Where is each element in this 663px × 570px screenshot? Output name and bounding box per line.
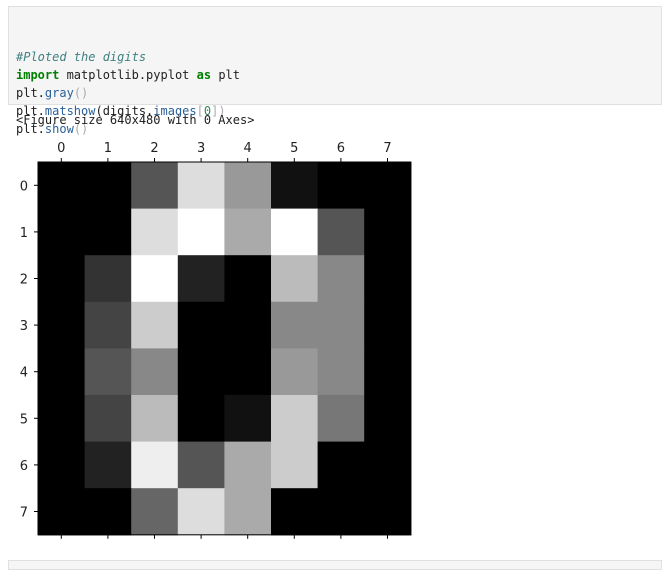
pixel-cell [317,162,365,210]
pixel-cell [364,395,412,443]
pixel-cell [84,441,132,489]
code-token: import [16,68,60,82]
pixel-cell [317,395,365,443]
pixel-cell [177,301,225,349]
y-tick-label: 4 [20,366,28,381]
code-token: () [73,86,89,100]
pixel-cell [38,301,86,349]
code-line: import matplotlib.pyplot as plt [16,66,654,84]
pixel-cell [131,395,179,443]
pixel-cell [38,395,86,443]
x-tick-label: 2 [150,141,158,156]
pixel-cell [38,255,86,303]
pixel-cell [177,395,225,443]
pixel-cell [271,441,319,489]
code-token: #Ploted the digits [16,50,147,64]
pixel-cell [84,395,132,443]
code-token: gray [44,86,74,100]
pixel-cell [224,488,272,536]
pixel-cell [38,441,86,489]
pixel-cell [317,441,365,489]
pixel-cell [84,488,132,536]
digit-image-chart: 0 1 2 3 4 5 6 7 0 1 2 3 4 5 6 7 [20,141,412,539]
pixel-cell [131,162,179,210]
pixel-cell [131,348,179,396]
code-token: plt [211,68,240,82]
pixel-cell [224,441,272,489]
pixel-cell [177,162,225,210]
pixel-cell [364,301,412,349]
pixel-cell [364,488,412,536]
code-token: as [196,68,212,82]
next-code-cell[interactable] [8,560,662,570]
pixel-cell [271,162,319,210]
pixel-cell [317,488,365,536]
pixel-cell [317,348,365,396]
x-tick-label: 6 [337,141,345,156]
pixel-cell [364,441,412,489]
pixel-cell [38,348,86,396]
code-cell[interactable]: #Ploted the digits import matplotlib.pypl… [8,6,662,136]
pixel-cell [224,301,272,349]
matshow-figure: 0 1 2 3 4 5 6 7 0 1 2 3 4 5 6 7 [0,130,420,545]
code-line: #Ploted the digits [16,48,654,66]
pixel-cell [271,301,319,349]
pixel-cell [84,348,132,396]
y-tick-label: 2 [20,273,28,288]
pixel-cell [84,301,132,349]
pixel-cell [364,208,412,256]
pixel-cell [38,488,86,536]
pixel-cell [131,441,179,489]
pixel-cell [224,348,272,396]
code-line: plt.gray() [16,84,654,102]
x-tick-label: 4 [244,141,252,156]
pixel-cell [84,255,132,303]
code-token: matplotlib.pyplot [59,68,197,82]
pixel-cell [131,301,179,349]
pixel-cell [177,208,225,256]
y-tick-label: 5 [20,412,28,427]
pixel-cell [271,208,319,256]
pixel-cell [317,255,365,303]
pixel-cell [38,162,86,210]
pixel-cell [177,255,225,303]
pixel-cell [364,255,412,303]
pixel-cell [317,208,365,256]
y-tick-label: 0 [20,179,28,194]
pixel-cell [84,162,132,210]
x-tick-label: 1 [104,141,112,156]
pixel-cell [271,348,319,396]
pixel-cell [177,348,225,396]
code-token: plt. [16,86,45,100]
pixel-cell [364,348,412,396]
x-tick-label: 5 [290,141,298,156]
figure-size-output: <Figure size 640x480 with 0 Axes> [16,113,255,127]
pixel-cell [177,488,225,536]
pixel-cell [224,395,272,443]
y-tick-label: 7 [20,506,28,521]
y-tick-label: 3 [20,319,28,334]
pixel-cell [177,441,225,489]
pixel-cell [224,208,272,256]
pixel-cell [317,301,365,349]
pixel-cell [131,488,179,536]
pixel-cell [271,488,319,536]
x-tick-label: 0 [57,141,65,156]
y-tick-label: 6 [20,459,28,474]
y-tick-label: 1 [20,226,28,241]
pixel-cell [131,208,179,256]
pixel-cell [38,208,86,256]
pixel-cell [131,255,179,303]
pixel-cell [364,162,412,210]
pixel-cell [224,255,272,303]
x-tick-label: 3 [197,141,205,156]
x-tick-label: 7 [383,141,391,156]
pixel-cell [224,162,272,210]
pixel-cell [84,208,132,256]
pixel-cell [271,395,319,443]
pixel-cell [271,255,319,303]
